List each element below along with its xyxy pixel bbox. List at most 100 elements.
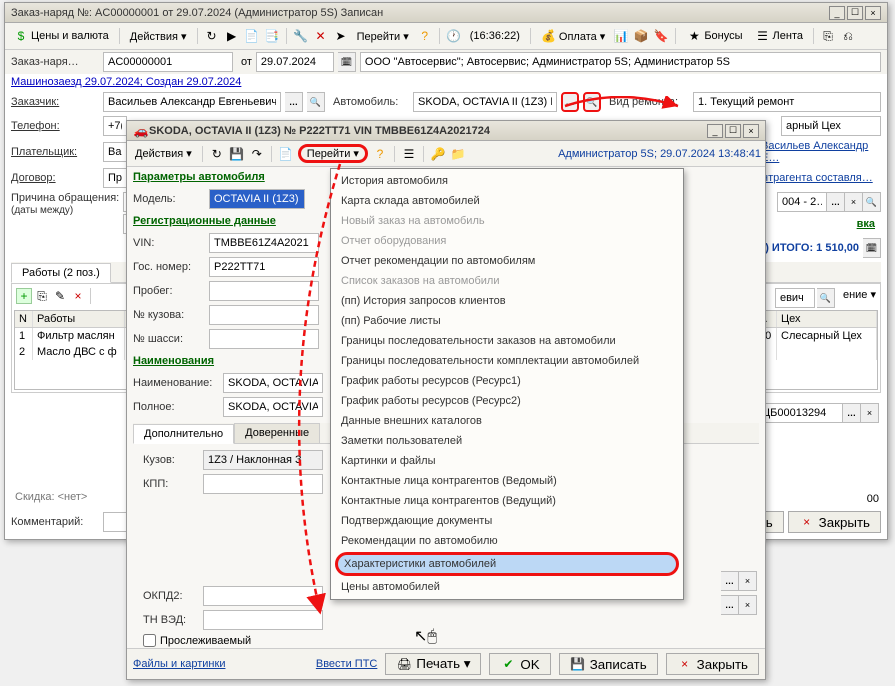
modal-ext2-ellipsis[interactable]: … [721, 595, 739, 615]
menu-item[interactable]: Отчет оборудования [331, 231, 683, 251]
modal-key-icon[interactable]: 🔑 [430, 146, 446, 162]
extra1-icon[interactable]: ⎘ [820, 28, 836, 44]
print-button[interactable]: 🖨 Печать ▾ [385, 653, 481, 675]
car-input[interactable] [413, 92, 557, 112]
main-close-button[interactable]: × Закрыть [788, 511, 881, 533]
name-input[interactable] [223, 373, 323, 393]
clock-icon[interactable]: 🕐 [446, 28, 462, 44]
car-lookup-button[interactable]: 🔍 [583, 92, 601, 112]
modal-ext2-clear[interactable]: × [739, 595, 757, 615]
date-right-ellipsis[interactable]: … [827, 192, 845, 212]
customer-ellipsis-button[interactable]: … [285, 92, 303, 112]
maximize-icon[interactable]: ☐ [847, 6, 863, 20]
customer-input[interactable] [103, 92, 281, 112]
order-date-input[interactable] [256, 52, 334, 72]
cb-value[interactable] [757, 403, 843, 423]
menu-item[interactable]: График работы ресурсов (Ресурс1) [331, 371, 683, 391]
doc1-icon[interactable]: 📄 [244, 28, 260, 44]
status-line[interactable]: Машинозаезд 29.07.2024; Создан 29.07.202… [5, 74, 887, 90]
tnved-input[interactable] [203, 610, 323, 630]
payer-label[interactable]: Плательщик: [11, 146, 99, 158]
bodyno-input[interactable] [209, 305, 319, 325]
enie-dropdown[interactable]: ение ▾ [843, 288, 876, 308]
traceable-checkbox[interactable] [143, 634, 156, 647]
full-input[interactable] [223, 397, 323, 417]
vvesti-pts-link[interactable]: Ввести ПТС [316, 658, 377, 670]
modal-undo-icon[interactable]: ↷ [249, 146, 265, 162]
menu-item[interactable]: (пп) История запросов клиентов [331, 291, 683, 311]
menu-item[interactable]: Подтверждающие документы [331, 511, 683, 531]
tab-works[interactable]: Работы (2 поз.) [11, 263, 111, 283]
okpd-input[interactable] [203, 586, 323, 606]
menu-item[interactable]: Список заказов на автомобили [331, 271, 683, 291]
menu-item[interactable]: Отчет рекомендации по автомобилям [331, 251, 683, 271]
menu-item[interactable]: Заметки пользователей [331, 431, 683, 451]
goto-dropdown[interactable]: Перейти ▾ [353, 28, 413, 45]
ok-button[interactable]: ✔ OK [489, 653, 550, 675]
menu-item[interactable]: Новый заказ на автомобиль [331, 211, 683, 231]
repair-type-input[interactable] [693, 92, 881, 112]
modal-refresh-icon[interactable]: ↻ [209, 146, 225, 162]
modal-minimize-icon[interactable]: _ [707, 124, 723, 138]
files-link[interactable]: Файлы и картинки [133, 658, 225, 670]
calendar-icon[interactable]: 🗓 [338, 52, 356, 72]
del-row-icon[interactable]: × [70, 288, 86, 304]
misc3-icon[interactable]: 🔖 [653, 28, 669, 44]
bonuses-button[interactable]: ★ Бонусы [682, 26, 746, 46]
arrow-icon[interactable]: ➤ [333, 28, 349, 44]
date-right-input[interactable] [777, 192, 827, 212]
tab-trusted[interactable]: Доверенные [234, 423, 320, 443]
payer-right-tail[interactable]: Васильев Александр Е… [761, 140, 881, 164]
doc2-icon[interactable]: 📑 [264, 28, 280, 44]
menu-item[interactable]: Характеристики автомобилей [335, 552, 679, 576]
add-row-icon[interactable]: + [16, 288, 32, 304]
payer-input[interactable] [103, 142, 127, 162]
menu-item[interactable]: Карта склада автомобилей [331, 191, 683, 211]
modal-ext-clear[interactable]: × [739, 571, 757, 591]
car-ellipsis-button[interactable]: … [561, 92, 579, 112]
delete-icon[interactable]: ✕ [313, 28, 329, 44]
kpp-input[interactable] [203, 474, 323, 494]
minimize-icon[interactable]: _ [829, 6, 845, 20]
modal-close-button[interactable]: × Закрыть [666, 653, 759, 675]
modal-goto-dropdown[interactable]: Перейти ▾ [298, 144, 368, 163]
menu-item[interactable]: Цены автомобилей [331, 577, 683, 597]
date-right-lookup[interactable]: 🔍 [863, 192, 881, 212]
extra2-icon[interactable]: ⎌ [840, 28, 856, 44]
modal-doc-icon[interactable]: 📄 [278, 146, 294, 162]
misc1-icon[interactable]: 📊 [613, 28, 629, 44]
vin-input[interactable] [209, 233, 319, 253]
time-display[interactable]: (16:36:22) [466, 28, 524, 44]
phone-input[interactable] [103, 116, 127, 136]
mileage-input[interactable] [209, 281, 319, 301]
close-icon[interactable]: × [865, 6, 881, 20]
tool-icon[interactable]: 🔧 [293, 28, 309, 44]
modal-close-icon[interactable]: × [743, 124, 759, 138]
edit-row-icon[interactable]: ✎ [52, 288, 68, 304]
modal-help-icon[interactable]: ? [372, 146, 388, 162]
menu-item[interactable]: (пп) Рабочие листы [331, 311, 683, 331]
copy-row-icon[interactable]: ⎘ [34, 288, 50, 304]
menu-item[interactable]: Картинки и файлы [331, 451, 683, 471]
menu-item[interactable]: Границы последовательности заказов на ав… [331, 331, 683, 351]
customer-label[interactable]: Заказчик: [11, 96, 99, 108]
order-number-input[interactable] [103, 52, 233, 72]
modal-save-icon[interactable]: 💾 [229, 146, 245, 162]
tab-additional[interactable]: Дополнительно [133, 424, 234, 444]
actions-dropdown[interactable]: Действия ▾ [126, 28, 191, 45]
misc2-icon[interactable]: 📦 [633, 28, 649, 44]
help-icon[interactable]: ? [417, 28, 433, 44]
contract-right-tail[interactable]: контрагента составля… [751, 172, 881, 184]
menu-item[interactable]: Контактные лица контрагентов (Ведущий) [331, 491, 683, 511]
contract-input[interactable] [103, 168, 127, 188]
cb-ellipsis[interactable]: … [843, 403, 861, 423]
refresh-icon[interactable]: ↻ [204, 28, 220, 44]
modal-list-icon[interactable]: ☰ [401, 146, 417, 162]
model-input[interactable] [209, 189, 305, 209]
modal-ext-ellipsis[interactable]: … [721, 571, 739, 591]
menu-item[interactable]: Данные внешних каталогов [331, 411, 683, 431]
feed-button[interactable]: ☰ Лента [751, 26, 807, 46]
cb-clear[interactable]: × [861, 403, 879, 423]
gos-input[interactable] [209, 257, 319, 277]
customer-lookup-button[interactable]: 🔍 [307, 92, 325, 112]
